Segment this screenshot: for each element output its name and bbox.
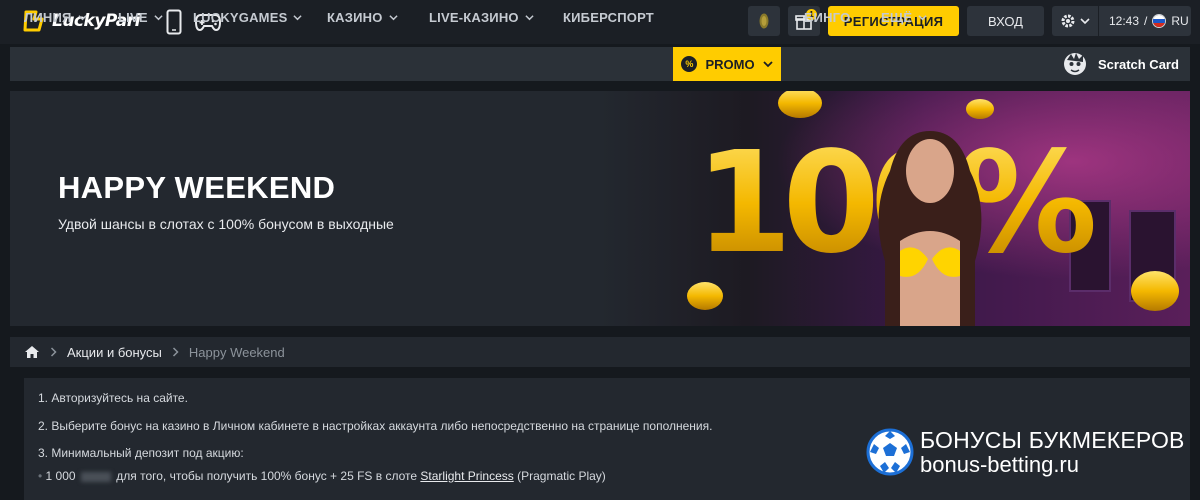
chevron-down-icon: [293, 14, 303, 20]
breadcrumb: Акции и бонусы Happy Weekend: [10, 337, 1190, 367]
scratch-card-mascot-icon: [1064, 53, 1086, 75]
home-icon[interactable]: [24, 345, 40, 359]
nav-item-line[interactable]: ЛИНИЯ: [24, 0, 87, 34]
chevron-down-icon: [388, 14, 398, 20]
nav-item-label: КИБЕРСПОРТ: [563, 9, 654, 25]
nav-item-label: БИНГО: [804, 9, 851, 25]
nav-item-live[interactable]: LIVE: [118, 0, 163, 34]
nav-item-promo[interactable]: % PROMO: [673, 47, 781, 81]
chevron-down-icon: [1080, 18, 1090, 25]
time-separator: /: [1144, 14, 1148, 28]
nav-item-label: PROMO: [705, 56, 755, 72]
russia-flag-icon: [1152, 14, 1167, 28]
scratch-card-link[interactable]: Scratch Card: [1062, 47, 1179, 81]
nav-item-bingo[interactable]: БИНГО: [804, 0, 850, 34]
chevron-right-icon: [50, 347, 57, 357]
nav-item-label: LUCKYGAMES: [193, 9, 288, 25]
nav-item-label: LIVE: [118, 9, 148, 25]
watermark-title: БОНУСЫ БУКМЕКЕРОВ: [920, 427, 1185, 454]
nav-item-luckygames[interactable]: LUCKYGAMES: [193, 0, 303, 34]
chevron-down-icon: [77, 14, 87, 20]
language-code: RU: [1171, 14, 1189, 28]
nav-item-live-casino[interactable]: LIVE-КАЗИНО: [429, 0, 534, 34]
coin-icon: [759, 13, 769, 29]
soccer-ball-icon: [866, 428, 914, 476]
promo-banner: 100% HAPPY WEEKEND Удвой шансы в слотах …: [10, 91, 1190, 326]
login-button[interactable]: ВХОД: [967, 6, 1044, 36]
watermark: БОНУСЫ БУКМЕКЕРОВ bonus-betting.ru: [866, 428, 1185, 476]
chevron-right-icon: [172, 347, 179, 357]
gear-icon: [1061, 14, 1075, 28]
watermark-url: bonus-betting.ru: [920, 451, 1079, 477]
rule-step-1: 1. Авторизуйтесь на сайте.: [38, 391, 188, 405]
clock-time: 12:43: [1109, 14, 1140, 28]
settings-button[interactable]: [1052, 6, 1098, 36]
chevron-down-icon: [918, 14, 927, 20]
banner-illustration: 100%: [600, 91, 1190, 326]
bullet-provider: (Pragmatic Play): [517, 469, 606, 483]
nav-item-more[interactable]: ЕЩЁ: [881, 0, 927, 34]
coin-button[interactable]: [748, 6, 780, 36]
rule-bullet-1: • 1 000 для того, чтобы получить 100% бо…: [38, 469, 606, 483]
slot-link[interactable]: Starlight Princess: [420, 469, 513, 483]
bullet-dot: •: [38, 469, 43, 483]
chevron-down-icon: [525, 14, 534, 20]
bullet-amount: 1 000: [45, 469, 76, 483]
chevron-down-icon: [762, 61, 773, 68]
nav-item-label: ЕЩЁ: [881, 9, 913, 25]
time-language-selector[interactable]: 12:43 / RU: [1098, 6, 1191, 36]
rule-step-2: 2. Выберите бонус на казино в Личном каб…: [38, 419, 713, 433]
banner-title: HAPPY WEEKEND: [58, 170, 336, 205]
mobile-phone-icon[interactable]: [160, 8, 188, 36]
nav-item-label: ЛИНИЯ: [24, 9, 72, 25]
main-nav: [10, 47, 1190, 81]
banner-subtitle: Удвой шансы в слотах с 100% бонусом в вы…: [58, 216, 394, 232]
nav-item-casino[interactable]: КАЗИНО: [327, 0, 398, 34]
nav-item-label: КАЗИНО: [327, 9, 383, 25]
scratch-card-label: Scratch Card: [1098, 56, 1179, 72]
breadcrumb-promotions[interactable]: Акции и бонусы: [67, 345, 162, 360]
bullet-text: для того, чтобы получить 100% бонус + 25…: [116, 469, 418, 483]
breadcrumb-current: Happy Weekend: [188, 344, 285, 360]
chevron-down-icon: [154, 14, 163, 20]
currency-redacted: [80, 471, 111, 482]
nav-item-label: LIVE-КАЗИНО: [429, 9, 519, 25]
percent-icon: %: [681, 56, 698, 72]
rule-step-3: 3. Минимальный депозит под акцию:: [38, 446, 244, 460]
nav-item-esports[interactable]: КИБЕРСПОРТ: [563, 0, 654, 34]
